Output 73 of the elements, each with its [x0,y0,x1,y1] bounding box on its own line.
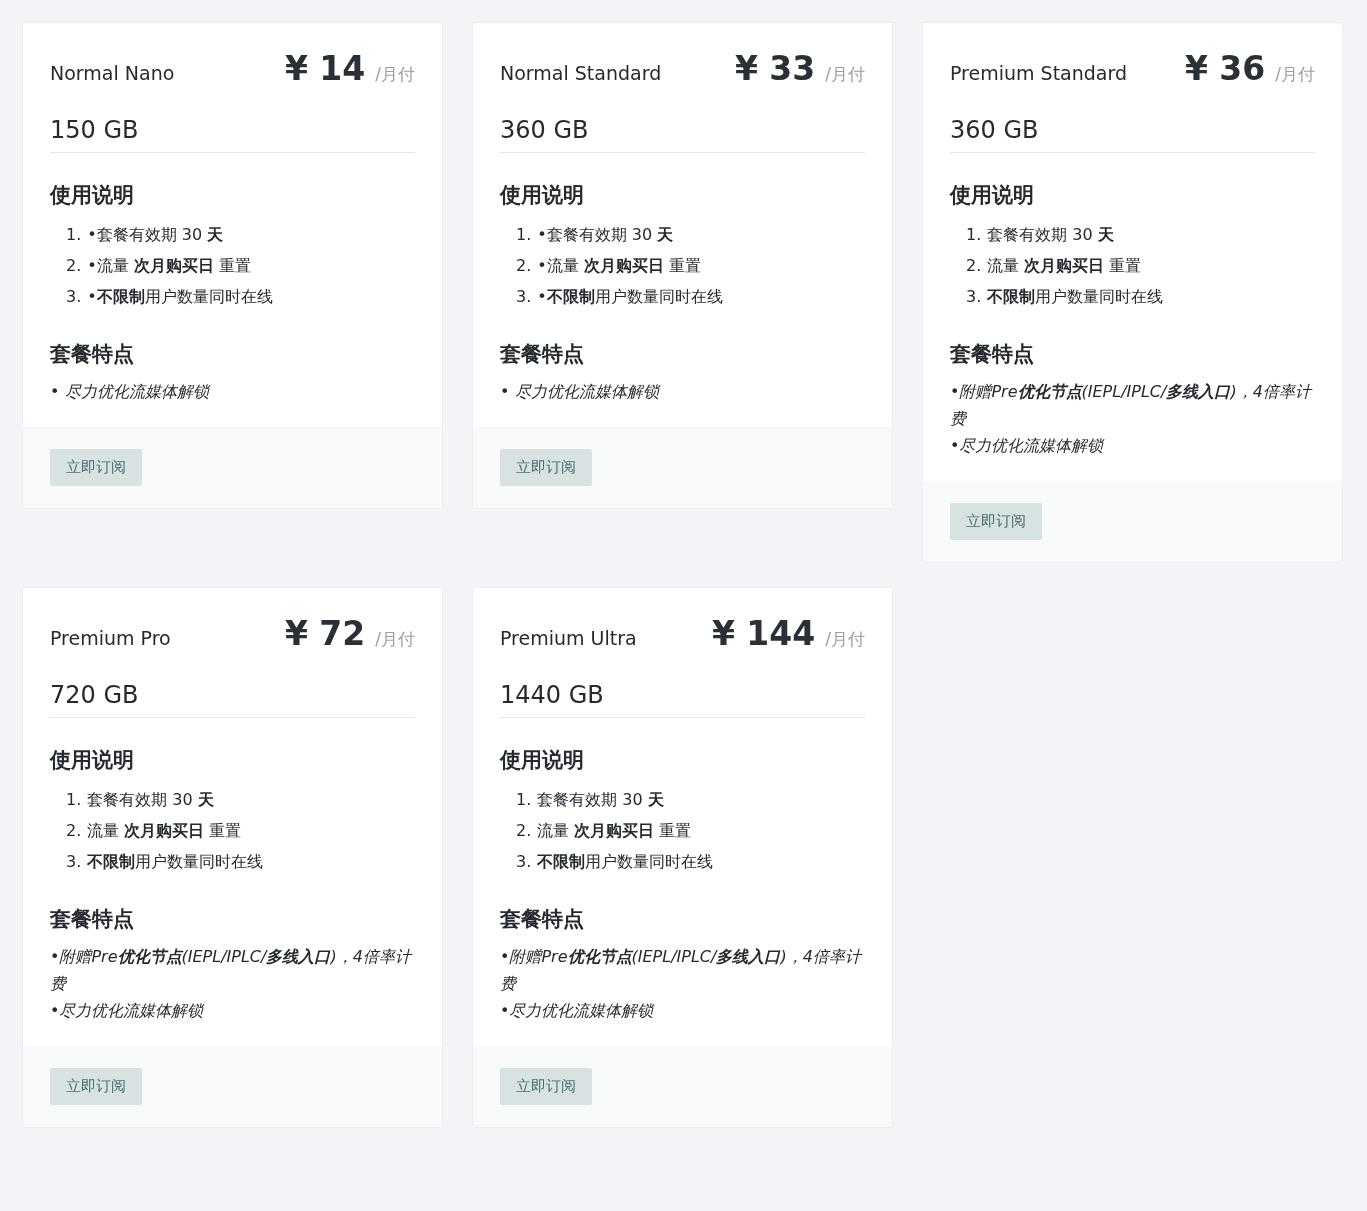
list-number: 2. [966,255,982,277]
price: ¥ 36 [1184,49,1266,88]
feature-item: •尽力优化流媒体解锁 [500,1000,656,1022]
usage-item: •流量 次月购买日 重置 [87,255,251,277]
plan-name: Normal Standard [500,62,662,84]
traffic-amount: 720 GB [50,681,415,718]
section-heading: 使用说明 [50,747,135,774]
subscribe-button[interactable]: 立即订阅 [500,1068,592,1105]
usage-item: 套餐有效期 30 天 [987,224,1114,246]
usage-item: 套餐有效期 30 天 [537,789,664,811]
usage-item: 流量 次月购买日 重置 [87,820,242,842]
section-heading: 使用说明 [500,182,585,209]
usage-item: •流量 次月购买日 重置 [537,255,701,277]
list-number: 3. [966,286,982,308]
feature-item: • 尽力优化流媒体解锁 [50,381,212,403]
plan-name: Normal Nano [50,62,175,84]
feature-item: •附赠Pre优化节点(IEPL/IPLC/多线入口)，4倍率计费 [500,946,864,995]
list-number: 3. [516,286,532,308]
feature-item: •尽力优化流媒体解锁 [50,1000,206,1022]
section-heading: 套餐特点 [500,341,585,368]
billing-period: /月付 [1275,63,1315,86]
billing-period: /月付 [375,63,415,86]
billing-period: /月付 [375,628,415,651]
billing-period: /月付 [825,628,865,651]
plan-name: Premium Standard [950,62,1128,84]
price: ¥ 144 [711,614,816,653]
section-heading: 套餐特点 [500,906,585,933]
traffic-amount: 1440 GB [500,681,865,718]
usage-item: 不限制用户数量同时在线 [987,286,1164,308]
usage-item: •套餐有效期 30 天 [87,224,224,246]
usage-item: •套餐有效期 30 天 [537,224,674,246]
usage-item: 不限制用户数量同时在线 [87,851,264,873]
traffic-amount: 150 GB [50,116,415,153]
section-heading: 套餐特点 [50,341,135,368]
list-number: 1. [966,224,982,246]
usage-item: •不限制用户数量同时在线 [87,286,273,308]
list-number: 1. [516,789,532,811]
list-number: 1. [66,789,82,811]
plan-name: Premium Ultra [500,627,637,649]
feature-item: •尽力优化流媒体解锁 [950,435,1106,457]
billing-period: /月付 [825,63,865,86]
subscribe-button[interactable]: 立即订阅 [50,1068,142,1105]
usage-item: 套餐有效期 30 天 [87,789,214,811]
list-number: 2. [516,255,532,277]
feature-item: •附赠Pre优化节点(IEPL/IPLC/多线入口)，4倍率计费 [950,381,1314,430]
section-heading: 使用说明 [950,182,1035,209]
subscribe-button[interactable]: 立即订阅 [50,449,142,486]
feature-item: •附赠Pre优化节点(IEPL/IPLC/多线入口)，4倍率计费 [50,946,414,995]
section-heading: 使用说明 [50,182,135,209]
list-number: 3. [516,851,532,873]
traffic-amount: 360 GB [500,116,865,153]
usage-item: 流量 次月购买日 重置 [987,255,1142,277]
subscribe-button[interactable]: 立即订阅 [950,503,1042,540]
plan-name: Premium Pro [50,627,171,649]
traffic-amount: 360 GB [950,116,1315,153]
list-number: 2. [66,820,82,842]
list-number: 3. [66,851,82,873]
section-heading: 套餐特点 [950,341,1035,368]
subscribe-button[interactable]: 立即订阅 [500,449,592,486]
usage-item: 流量 次月购买日 重置 [537,820,692,842]
list-number: 1. [516,224,532,246]
list-number: 2. [66,255,82,277]
usage-item: •不限制用户数量同时在线 [537,286,723,308]
price: ¥ 72 [284,614,366,653]
price: ¥ 33 [734,49,816,88]
list-number: 2. [516,820,532,842]
usage-item: 不限制用户数量同时在线 [537,851,714,873]
feature-item: • 尽力优化流媒体解锁 [500,381,662,403]
list-number: 1. [66,224,82,246]
list-number: 3. [66,286,82,308]
section-heading: 使用说明 [500,747,585,774]
section-heading: 套餐特点 [50,906,135,933]
price: ¥ 14 [284,49,366,88]
